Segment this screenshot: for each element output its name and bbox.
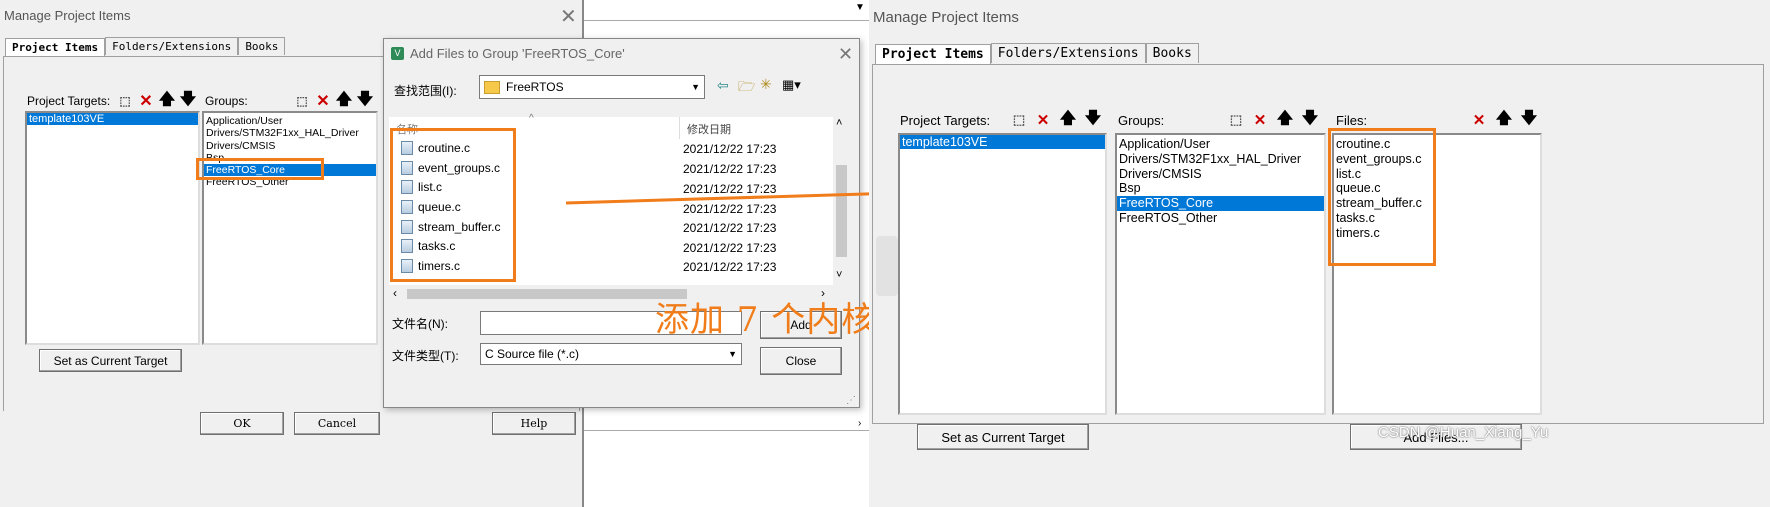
list-item[interactable]: Drivers/CMSIS — [1117, 167, 1324, 182]
move-down-icon[interactable]: 🡇 — [1083, 110, 1103, 130]
move-down-icon[interactable]: 🡇 — [1300, 110, 1320, 130]
list-item[interactable]: Application/User — [1117, 137, 1324, 152]
move-up-icon[interactable]: 🡅 — [1058, 110, 1078, 130]
tab-project-items[interactable]: Project Items — [875, 44, 991, 64]
targets-list[interactable]: template103VE — [898, 133, 1107, 415]
groups-list[interactable]: Application/User Drivers/STM32F1xx_HAL_D… — [1115, 133, 1326, 415]
highlight-box — [1328, 128, 1436, 266]
delete-file-icon[interactable]: ✕ — [1469, 110, 1489, 130]
tab-books[interactable]: Books — [1145, 43, 1199, 63]
tab-folders-extensions[interactable]: Folders/Extensions — [990, 43, 1146, 63]
move-up-icon[interactable]: 🡅 — [1494, 110, 1514, 130]
right-tab-bar: Project Items Folders/Extensions Books — [875, 43, 1199, 64]
delete-group-icon[interactable]: ✕ — [1250, 110, 1270, 130]
files-label: Files: — [1336, 113, 1368, 128]
groups-label: Groups: — [1118, 113, 1165, 128]
right-window-title: Manage Project Items — [873, 9, 1019, 26]
delete-target-icon[interactable]: ✕ — [1033, 110, 1053, 130]
list-item-selected[interactable]: FreeRTOS_Core — [1117, 196, 1324, 211]
new-target-icon[interactable]: ⬚ — [1009, 110, 1029, 130]
move-up-icon[interactable]: 🡅 — [1275, 110, 1295, 130]
targets-label: Project Targets: — [900, 113, 991, 128]
list-item[interactable]: Bsp — [1117, 181, 1324, 196]
right-manage-window: Manage Project Items Project Items Folde… — [869, 0, 1770, 507]
set-current-target-button[interactable]: Set as Current Target — [917, 424, 1089, 450]
list-item[interactable]: template103VE — [900, 135, 1105, 149]
list-item[interactable]: Drivers/STM32F1xx_HAL_Driver — [1117, 152, 1324, 167]
move-down-icon[interactable]: 🡇 — [1519, 110, 1539, 130]
list-item[interactable]: FreeRTOS_Other — [1117, 211, 1324, 226]
watermark: CSDN @Huan_Xiang_Yu — [1378, 424, 1549, 441]
new-group-icon[interactable]: ⬚ — [1226, 110, 1246, 130]
side-handle — [876, 236, 898, 296]
